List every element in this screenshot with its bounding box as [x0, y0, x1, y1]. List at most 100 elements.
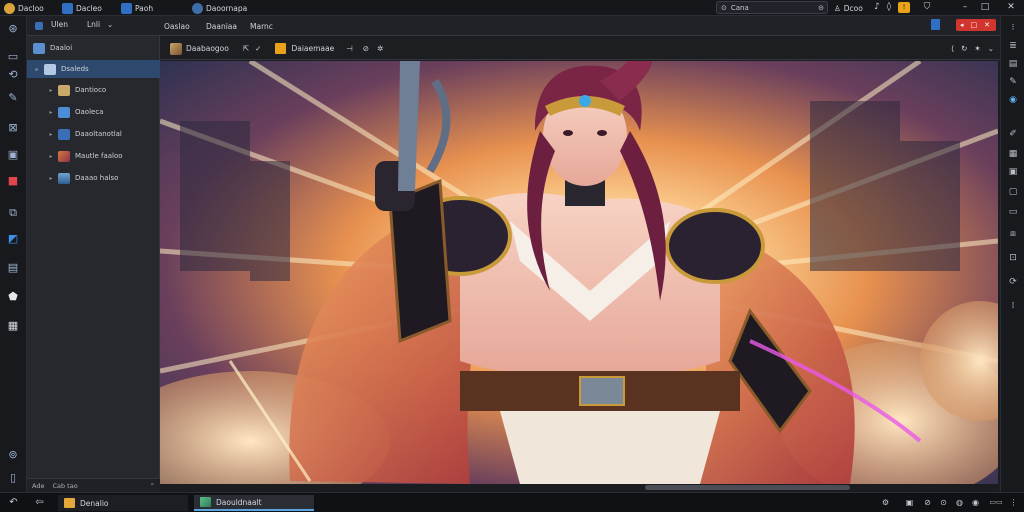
app-menu[interactable]: Dacloo: [4, 1, 44, 15]
help-icon[interactable]: ⊚: [6, 448, 20, 462]
panel-tab-1[interactable]: Ulen: [51, 20, 68, 29]
search-icon[interactable]: ⊘: [363, 44, 369, 53]
tree-item-selected[interactable]: ▸ Dsaleds: [27, 60, 160, 78]
warning-icon[interactable]: !: [898, 2, 910, 13]
edit-icon[interactable]: ✐: [1007, 128, 1019, 140]
expand-icon[interactable]: ▸: [47, 153, 55, 160]
bell-icon[interactable]: ◍: [954, 497, 965, 508]
panel-tab-2[interactable]: Lnli: [87, 20, 100, 29]
chevron-up-icon[interactable]: ⌃: [150, 482, 155, 490]
expand-icon[interactable]: ▸: [33, 66, 41, 73]
screen-icon[interactable]: ▣: [904, 497, 915, 508]
dropdown-icon[interactable]: ⊝: [818, 4, 824, 12]
tag-icon[interactable]: ⧈: [1007, 228, 1019, 240]
terminal-icon[interactable]: ▣: [6, 148, 20, 162]
search-icon: ⊙: [721, 3, 727, 12]
brush-icon[interactable]: ✎: [6, 91, 20, 105]
shield-icon[interactable]: ⛉: [920, 1, 934, 14]
clock-icon[interactable]: ⋮: [1008, 497, 1019, 508]
panel-icon[interactable]: ▢: [1007, 186, 1019, 198]
maximize-icon[interactable]: □: [978, 1, 992, 14]
search-box[interactable]: ⊙ Cana ⊝: [716, 1, 828, 14]
crop-icon[interactable]: ⇱: [243, 44, 249, 53]
network-icon[interactable]: ⊙: [938, 497, 949, 508]
back-icon[interactable]: ⊛: [6, 22, 20, 36]
tree-item[interactable]: ▸ Oaoleca: [27, 103, 160, 121]
layer-icon[interactable]: [275, 43, 287, 54]
minimize-icon[interactable]: –: [958, 1, 972, 14]
account-menu[interactable]: ♙ Dcoo: [834, 1, 863, 15]
refresh-icon[interactable]: ⟨: [951, 44, 954, 53]
volume-icon[interactable]: ◉: [970, 497, 981, 508]
settings-icon[interactable]: ✲: [377, 44, 383, 53]
window-controls[interactable]: ◂ □ ✕: [956, 19, 996, 31]
horizontal-scrollbar[interactable]: [645, 485, 850, 490]
image-icon[interactable]: [170, 42, 182, 55]
title-tab-1[interactable]: Dacleo: [62, 1, 102, 15]
chevron-down-icon[interactable]: ⌄: [988, 44, 994, 53]
document-icon[interactable]: ▯: [6, 471, 20, 485]
tree-item[interactable]: ▸ Daaoltanotlal: [27, 125, 160, 143]
layout-icon[interactable]: ⁝: [1007, 22, 1019, 34]
back-icon[interactable]: ↶: [8, 497, 19, 508]
share-icon[interactable]: ⧉: [6, 206, 20, 220]
window-icon[interactable]: ▭: [1007, 206, 1019, 218]
footer-cab-button[interactable]: Cab tao: [52, 482, 77, 490]
split-icon[interactable]: ⊣: [346, 44, 353, 53]
expand-icon[interactable]: ▸: [47, 131, 55, 138]
title-tab-2[interactable]: Paoh: [121, 1, 153, 15]
gift-icon[interactable]: ■: [6, 174, 20, 188]
sync-icon[interactable]: ⟳: [1007, 276, 1019, 288]
expand-icon[interactable]: ▸: [47, 175, 55, 182]
keyboard-icon[interactable]: ▭▭: [986, 497, 1006, 508]
sync-icon[interactable]: ⊘: [922, 497, 933, 508]
panel-tab-2-chevron-icon[interactable]: ⌄: [107, 20, 113, 29]
minimize-icon[interactable]: ◂: [960, 19, 964, 31]
cube-icon[interactable]: ◩: [6, 232, 20, 246]
taskbar-item-2[interactable]: Daouldnaalt: [194, 495, 314, 511]
maximize-icon[interactable]: □: [971, 19, 978, 31]
tree-item-label: Mautle faaloo: [75, 152, 123, 160]
viewer-tab-2[interactable]: Daaniaa: [206, 22, 237, 31]
sync-icon[interactable]: ⟲: [6, 68, 20, 82]
window-icon[interactable]: ▤: [6, 261, 20, 275]
home-icon[interactable]: ⇦: [34, 497, 45, 508]
viewer-tab-3[interactable]: Marnc: [250, 22, 273, 31]
sync-icon[interactable]: ↻: [961, 44, 967, 53]
taskbar-item-1[interactable]: Denalio: [58, 495, 188, 511]
tree-root[interactable]: Daaloi: [27, 39, 160, 57]
shield-icon[interactable]: ⬟: [6, 290, 20, 304]
viewer-tab-1[interactable]: Oaslao: [164, 22, 190, 31]
window-icon: [62, 2, 73, 14]
image-canvas[interactable]: [160, 61, 998, 484]
title-tab-3[interactable]: Daoornapa: [192, 1, 247, 15]
share-icon[interactable]: ⊡: [1007, 252, 1019, 264]
tree-item[interactable]: ▸ Dantioco: [27, 81, 160, 99]
window-icon[interactable]: [931, 19, 940, 30]
globe-icon[interactable]: ◉: [1007, 94, 1019, 106]
expand-icon[interactable]: ▸: [47, 87, 55, 94]
check-icon[interactable]: ✓: [255, 44, 261, 53]
star-icon[interactable]: ✶: [974, 44, 980, 53]
bell-icon[interactable]: ◊: [882, 1, 896, 14]
brush-icon[interactable]: ✎: [1007, 76, 1019, 88]
close-icon[interactable]: ✕: [1004, 1, 1018, 14]
folder-icon[interactable]: ▭: [6, 50, 20, 64]
grid-icon[interactable]: ⁞: [1007, 300, 1019, 312]
tree-item[interactable]: ▸ Mautle faaloo: [27, 147, 160, 165]
footer-add-button[interactable]: Ade: [32, 482, 44, 490]
document-icon[interactable]: ▤: [1007, 58, 1019, 70]
tree-item[interactable]: ▸ Daaao halso: [27, 169, 160, 187]
image-button[interactable]: Daabaogoo: [186, 44, 229, 53]
close-box-icon[interactable]: ⊠: [6, 121, 20, 135]
close-icon[interactable]: ✕: [984, 19, 990, 31]
app-logo-icon: [4, 2, 15, 14]
tree-item-label: Dsaleds: [61, 65, 89, 73]
list-icon[interactable]: ≣: [1007, 40, 1019, 52]
layer-button[interactable]: Daiaemaae: [291, 44, 334, 53]
grid-icon[interactable]: ▦: [6, 319, 20, 333]
settings-icon[interactable]: ⚙: [880, 497, 891, 508]
frame-icon[interactable]: ▣: [1007, 166, 1019, 178]
expand-icon[interactable]: ▸: [47, 109, 55, 116]
table-icon[interactable]: ▦: [1007, 148, 1019, 160]
